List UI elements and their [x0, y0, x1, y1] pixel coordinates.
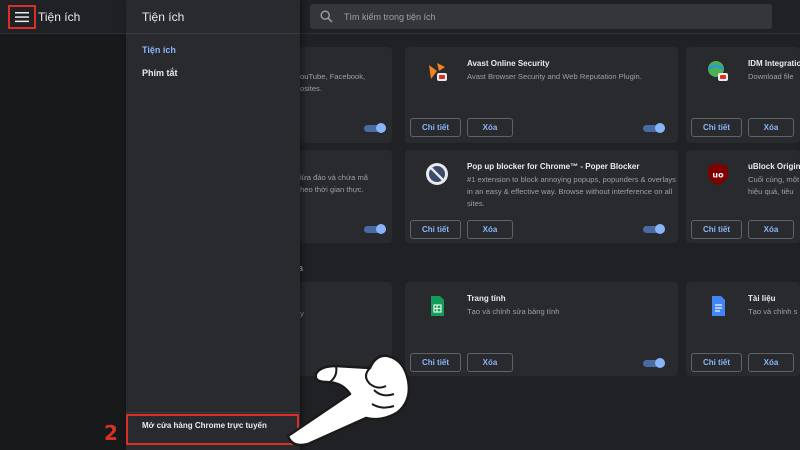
partial-desc: osites.: [300, 84, 322, 93]
extension-card-idm: IDM Integratio Download file Chi tiết Xó…: [686, 47, 800, 143]
highlight-menu-button: [8, 5, 36, 29]
extension-description: Avast Browser Security and Web Reputatio…: [467, 72, 642, 81]
search-box[interactable]: [310, 4, 772, 29]
extension-toggle[interactable]: [643, 224, 665, 234]
drawer-title: Tiện ích: [142, 10, 185, 24]
remove-button[interactable]: Xóa: [748, 353, 794, 372]
highlight-store-link: [126, 414, 299, 445]
extension-toggle[interactable]: [643, 123, 665, 133]
search-icon: [320, 10, 333, 23]
extension-toggle[interactable]: [364, 123, 386, 133]
page-title: Tiện ích: [38, 10, 81, 24]
extension-description: Cuối cùng, một hiệu quả, tiêu: [748, 175, 800, 196]
extension-name: uBlock Origin: [748, 162, 800, 171]
drawer-item-shortcuts[interactable]: Phím tắt: [142, 68, 178, 78]
partial-desc: y: [300, 309, 304, 318]
remove-button[interactable]: Xóa: [748, 220, 794, 239]
details-button[interactable]: Chi tiết: [691, 220, 742, 239]
extension-description: Download file: [748, 72, 794, 81]
drawer-item-extensions[interactable]: Tiện ích: [142, 45, 176, 55]
google-sheets-icon: [431, 296, 444, 316]
extension-name: IDM Integratio: [748, 59, 800, 68]
drawer-divider: [126, 412, 300, 413]
remove-button[interactable]: Xóa: [467, 353, 513, 372]
details-button[interactable]: Chi tiết: [410, 118, 461, 137]
ublock-origin-icon: uo: [708, 163, 728, 185]
extension-name: Avast Online Security: [467, 59, 550, 68]
details-button[interactable]: Chi tiết: [410, 220, 461, 239]
extension-name: Tài liệu: [748, 294, 776, 303]
extension-card-avast: Avast Online Security Avast Browser Secu…: [405, 47, 678, 143]
search-input[interactable]: [344, 4, 764, 29]
extension-description: Tạo và chỉnh sửa bảng tính: [467, 307, 560, 316]
navigation-drawer: Tiện ích Tiện ích Phím tắt Mở cửa hàng C…: [126, 0, 300, 450]
extension-toggle[interactable]: [364, 224, 386, 234]
partial-desc: lừa đảo và chứa mã: [300, 173, 368, 182]
drawer-divider: [126, 33, 300, 34]
extension-description: Tạo và chỉnh s: [748, 307, 798, 316]
extensions-page: Tiện ích 1 ouTube, Facebook, osites. lừa…: [0, 0, 800, 450]
extension-name: Trang tính: [467, 294, 506, 303]
idm-icon: [708, 61, 728, 81]
svg-text:uo: uo: [712, 171, 724, 180]
google-docs-icon: [712, 296, 725, 316]
details-button[interactable]: Chi tiết: [691, 118, 742, 137]
extension-card-poper-blocker: Pop up blocker for Chrome™ - Poper Block…: [405, 150, 678, 243]
step-2-label: 2: [104, 421, 118, 445]
remove-button[interactable]: Xóa: [748, 118, 794, 137]
extension-description: #1 extension to block annoying popups, p…: [467, 175, 676, 208]
extension-toggle[interactable]: [643, 358, 665, 368]
remove-button[interactable]: Xóa: [467, 220, 513, 239]
left-backdrop: [0, 34, 126, 450]
partial-desc: heo thời gian thực.: [300, 185, 364, 194]
partial-desc: ouTube, Facebook,: [300, 72, 366, 81]
extension-name: Pop up blocker for Chrome™ - Poper Block…: [467, 162, 640, 171]
top-toolbar: Tiện ích: [0, 0, 800, 34]
extension-card-google-docs: Tài liệu Tạo và chỉnh s Chi tiết Xóa: [686, 282, 800, 376]
extension-card-google-sheets: Trang tính Tạo và chỉnh sửa bảng tính Ch…: [405, 282, 678, 376]
extension-card-ublock-origin: uo uBlock Origin Cuối cùng, một hiệu quả…: [686, 150, 800, 243]
pointing-hand-icon: [286, 354, 411, 446]
remove-button[interactable]: Xóa: [467, 118, 513, 137]
details-button[interactable]: Chi tiết: [691, 353, 742, 372]
avast-icon: [429, 63, 447, 81]
poper-blocker-icon: [426, 163, 448, 185]
